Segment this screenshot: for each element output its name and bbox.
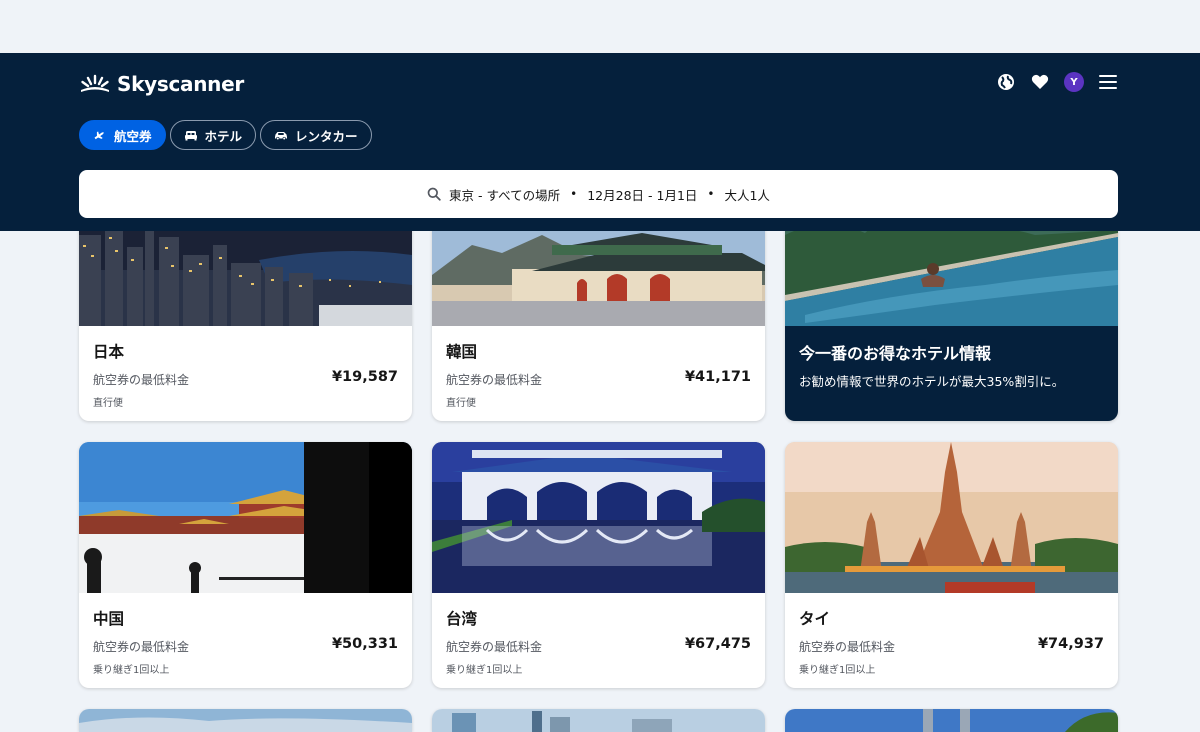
destination-card-thailand[interactable]: タイ 航空券の最低料金 ¥74,937 乗り継ぎ1回以上 [785,442,1118,688]
tab-car-hire-label: レンタカー [295,128,358,144]
destination-card-body: 中国 航空券の最低料金 ¥50,331 乗り継ぎ1回以上 [79,593,412,688]
destination-card-body: 日本 航空券の最低料金 ¥19,587 直行便 [79,326,412,421]
destination-image [79,709,412,732]
destination-card-body: 韓国 航空券の最低料金 ¥41,171 直行便 [432,326,765,421]
destination-name: タイ [799,610,831,628]
tab-flights-label: 航空券 [114,128,152,144]
price-label: 航空券の最低料金 [93,640,190,654]
destination-card-next-1[interactable] [79,709,412,732]
destination-image-china [79,442,412,593]
price-label: 航空券の最低料金 [446,640,543,654]
promo-description: お勧め情報で世界のホテルが最大35%割引に。 [799,374,1065,389]
promo-title: 今一番のお得なホテル情報 [799,344,992,363]
destination-image [785,709,1118,732]
globe-icon[interactable] [996,72,1016,92]
destination-card-body: タイ 航空券の最低料金 ¥74,937 乗り継ぎ1回以上 [785,593,1118,688]
plane-icon [94,131,104,140]
bed-icon [184,131,197,141]
price-label: 航空券の最低料金 [93,373,190,387]
destination-image-thailand [785,442,1118,593]
search-separator: • [707,187,715,201]
search-icon [427,187,441,201]
search-route: 東京 - すべての場所 [449,187,561,203]
destination-price: ¥74,937 [1037,636,1104,652]
stops-info: 乗り継ぎ1回以上 [799,665,876,676]
tab-hotels[interactable]: ホテル [169,120,257,150]
destination-price: ¥19,587 [331,369,398,385]
heart-icon[interactable] [1030,72,1050,92]
stops-info: 直行便 [446,398,476,409]
destination-name: 台湾 [446,610,478,628]
destination-card-body: 台湾 航空券の最低料金 ¥67,475 乗り継ぎ1回以上 [432,593,765,688]
destination-image [432,709,765,732]
tab-car-hire[interactable]: レンタカー [260,120,372,150]
destination-card-china[interactable]: 中国 航空券の最低料金 ¥50,331 乗り継ぎ1回以上 [79,442,412,688]
destination-price: ¥67,475 [684,636,751,652]
destination-name: 中国 [93,610,125,628]
destination-card-next-2[interactable] [432,709,765,732]
skyscanner-logo[interactable]: Skyscanner [79,71,244,97]
tab-hotels-label: ホテル [204,128,243,144]
tab-flights[interactable]: 航空券 [79,120,166,150]
stops-info: 乗り継ぎ1回以上 [93,665,170,676]
stops-info: 直行便 [93,398,123,409]
menu-icon[interactable] [1098,72,1118,92]
sunrise-logo-icon [81,74,109,92]
destination-name: 韓国 [446,343,478,361]
user-avatar[interactable]: Y [1064,72,1084,92]
stops-info: 乗り継ぎ1回以上 [446,665,523,676]
brand-name: Skyscanner [117,72,244,96]
price-label: 航空券の最低料金 [446,373,543,387]
search-travellers: 大人1人 [724,187,770,203]
car-icon [275,132,288,141]
destination-name: 日本 [93,343,125,361]
search-summary-bar[interactable]: 東京 - すべての場所 • 12月28日 - 1月1日 • 大人1人 [79,170,1118,218]
header-actions: Y [996,72,1118,92]
site-header: Skyscanner Y 航空券 ホテル レンタカー 東京 - すべての場所 •… [0,53,1200,231]
destination-image-taiwan [432,442,765,593]
product-tabs: 航空券 ホテル レンタカー [79,120,372,150]
destination-card-taiwan[interactable]: 台湾 航空券の最低料金 ¥67,475 乗り継ぎ1回以上 [432,442,765,688]
search-dates: 12月28日 - 1月1日 [587,187,698,203]
destination-price: ¥41,171 [684,369,751,385]
destination-price: ¥50,331 [331,636,398,652]
promo-body: 今一番のお得なホテル情報 お勧め情報で世界のホテルが最大35%割引に。 [785,326,1118,421]
destination-card-next-3[interactable] [785,709,1118,732]
search-separator: • [570,187,578,201]
price-label: 航空券の最低料金 [799,640,896,654]
